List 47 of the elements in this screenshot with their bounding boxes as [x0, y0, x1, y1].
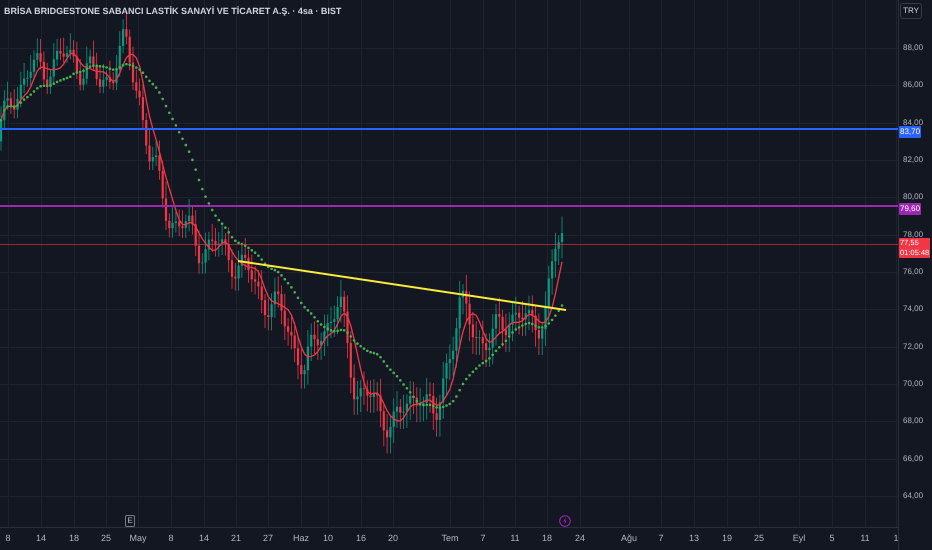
price-axis-label: 80,00 — [903, 191, 924, 204]
time-axis-label: 25 — [101, 532, 111, 545]
time-axis-label: 18 — [69, 532, 79, 545]
time-axis-label: Eyl — [792, 532, 806, 545]
time-axis-label: 5 — [830, 532, 834, 545]
time-axis-label: 10 — [323, 532, 333, 545]
price-axis-label: 64,00 — [903, 490, 924, 502]
time-axis-label: 11 — [860, 532, 870, 545]
symbol-title: BRİSA BRIDGESTONE SABANCI LASTİK SANAYİ VE TİCARET A.Ş. · 4sa · BIST — [4, 5, 342, 18]
time-axis-label: Tem — [442, 532, 458, 545]
price-axis-label: 74,00 — [903, 303, 924, 316]
time-axis-label: 8 — [6, 532, 10, 545]
time-axis-label: 20 — [388, 532, 398, 545]
earnings-marker[interactable]: E — [125, 515, 135, 527]
price-axis-label: 82,00 — [903, 154, 924, 166]
price-axis-label: 70,00 — [903, 378, 924, 390]
time-axis-label: 25 — [754, 532, 764, 545]
time-axis-label: 7 — [658, 532, 664, 545]
time-axis-label: 21 — [231, 532, 241, 545]
time-axis-label: 13 — [689, 532, 699, 545]
price-tag: 79,60 — [899, 203, 921, 215]
currency-button[interactable]: TRY — [900, 3, 922, 19]
time-axis-label: Haz — [293, 532, 309, 545]
price-axis-label: 78,00 — [903, 228, 924, 240]
time-axis-label: Ağu — [621, 532, 637, 545]
time-axis-label: 7 — [480, 532, 486, 545]
price-axis-label: 72,00 — [903, 340, 924, 353]
time-axis-label: 14 — [199, 532, 209, 545]
price-axis-label: 86,00 — [903, 79, 924, 92]
time-axis-label: 27 — [263, 532, 273, 545]
price-axis-label: 88,00 — [903, 42, 924, 54]
time-axis-label: 14 — [36, 532, 46, 545]
price-axis-label: 84,00 — [903, 116, 924, 128]
price-axis-label: 68,00 — [903, 415, 924, 428]
time-axis-label: 11 — [510, 532, 520, 545]
price-tag: 83,70 — [899, 126, 921, 138]
time-axis-label: May — [130, 532, 146, 545]
time-axis-label: 1 — [894, 532, 898, 545]
time-axis-label: 8 — [168, 532, 174, 545]
price-axis-label: 76,00 — [903, 266, 924, 278]
price-axis-label: 66,00 — [903, 452, 924, 465]
time-axis-label: 19 — [722, 532, 732, 545]
time-axis-label: 18 — [542, 532, 552, 545]
time-axis-label: 16 — [356, 532, 366, 545]
lightning-icon[interactable] — [559, 515, 571, 527]
time-axis-label: 24 — [575, 532, 585, 545]
trend-line[interactable] — [238, 260, 566, 311]
